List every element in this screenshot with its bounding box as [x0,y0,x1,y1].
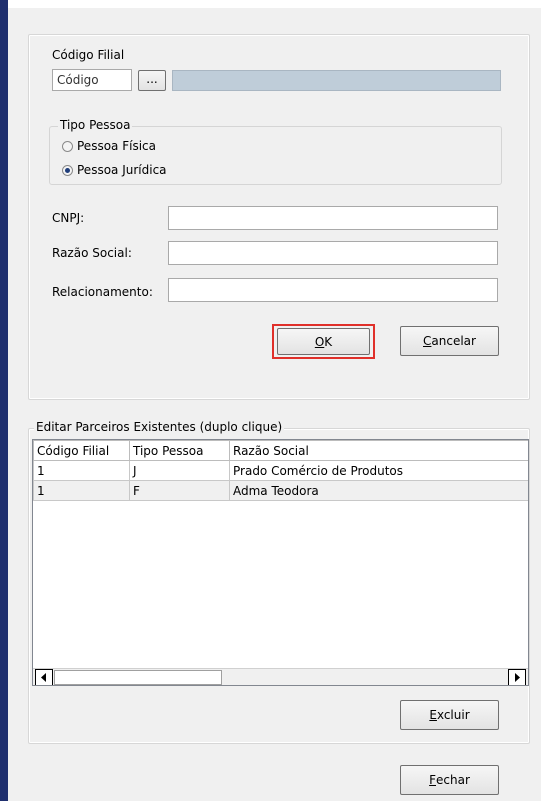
ok-button[interactable]: OK [277,328,370,355]
column-header-razao-social[interactable]: Razão Social [229,440,528,461]
parceiros-grid[interactable]: Código Filial Tipo Pessoa Razão Social 1… [32,439,529,686]
table-row[interactable]: 1 J Prado Comércio de Produtos [33,460,528,481]
excluir-button[interactable]: Excluir [400,700,499,730]
excluir-label-rest: xcluir [436,708,470,722]
fechar-button[interactable]: Fechar [400,765,499,795]
cell-tipo-pessoa: J [129,460,230,481]
razao-social-label: Razão Social: [52,246,132,260]
column-header-tipo-pessoa[interactable]: Tipo Pessoa [129,440,230,461]
codigo-filial-input[interactable] [52,69,132,91]
cell-tipo-pessoa: F [129,480,230,501]
pessoa-juridica-label: Pessoa Jurídica [77,163,167,177]
column-header-codigo-filial[interactable]: Código Filial [33,440,130,461]
cancelar-label-rest: ancelar [431,334,476,348]
ok-mnemonic: O [314,334,325,349]
parceiros-legend: Editar Parceiros Existentes (duplo cliqu… [34,420,285,434]
codigo-filial-label: Código Filial [52,48,125,62]
window-top-border [8,0,541,8]
cell-razao-social: Adma Teodora [229,480,528,501]
parceiros-table: Código Filial Tipo Pessoa Razão Social 1… [33,440,528,501]
relacionamento-input[interactable] [168,278,498,302]
cell-razao-social: Prado Comércio de Produtos [229,460,528,481]
horizontal-scroll-thumb[interactable] [54,670,222,685]
window-left-border [0,0,8,801]
pessoa-fisica-radio[interactable]: Pessoa Física [62,139,156,153]
cnpj-input[interactable] [168,206,498,230]
cancelar-button[interactable]: Cancelar [400,326,499,356]
cell-codigo-filial: 1 [33,460,130,481]
horizontal-scrollbar[interactable] [33,668,528,685]
tipo-pessoa-legend: Tipo Pessoa [58,118,133,132]
pessoa-juridica-radio-dot[interactable] [62,164,73,176]
scroll-right-arrow-icon[interactable] [508,669,526,685]
pessoa-juridica-radio[interactable]: Pessoa Jurídica [62,163,167,177]
cell-codigo-filial: 1 [33,480,130,501]
fechar-mnemonic: F [429,773,437,787]
table-header-row: Código Filial Tipo Pessoa Razão Social [33,440,528,461]
fechar-label-rest: echar [436,773,470,787]
cancelar-mnemonic: C [423,334,432,348]
scroll-left-arrow-icon[interactable] [35,669,53,685]
pessoa-fisica-label: Pessoa Física [77,139,156,153]
ok-label-rest: K [324,334,333,349]
cnpj-label: CNPJ: [52,211,85,225]
excluir-mnemonic: E [429,708,437,722]
razao-social-input[interactable] [168,241,498,265]
table-row[interactable]: 1 F Adma Teodora [33,480,528,501]
filial-name-field [172,70,501,91]
pessoa-fisica-radio-dot[interactable] [62,140,73,152]
relacionamento-label: Relacionamento: [52,285,153,299]
filial-lookup-button[interactable]: ... [138,70,166,91]
